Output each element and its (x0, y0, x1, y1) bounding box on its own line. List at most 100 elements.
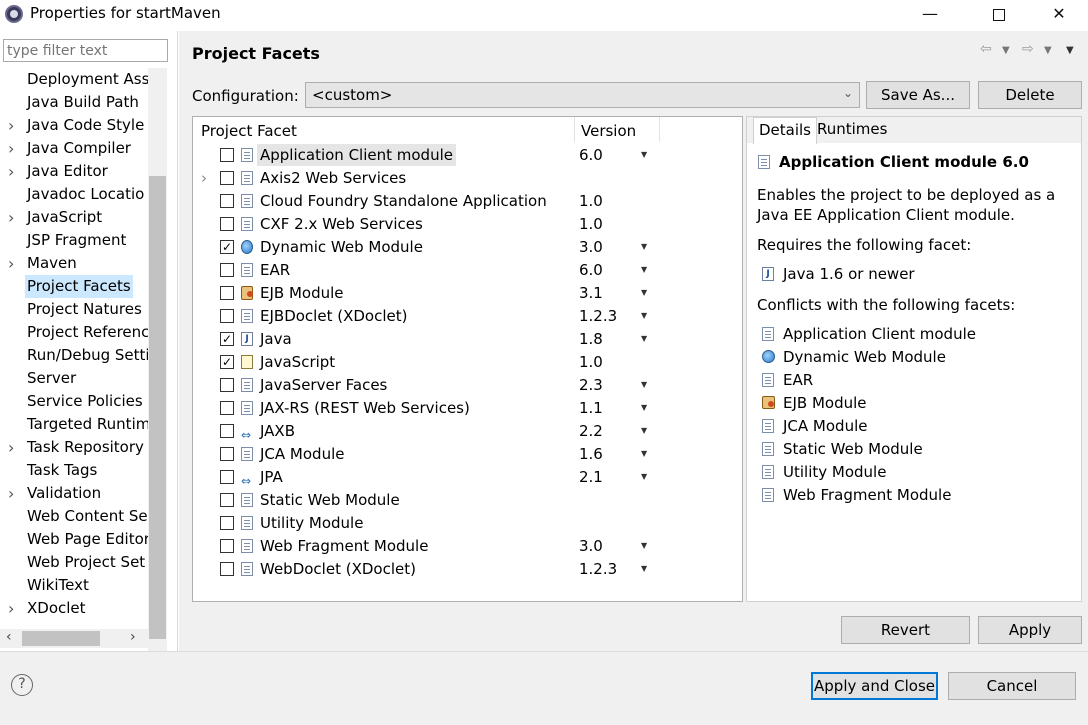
table-row[interactable]: ⇔ JAXB 2.2 ▼ (193, 420, 742, 443)
version-dropdown-icon[interactable]: ▼ (641, 236, 647, 258)
table-row[interactable]: JCA Module 1.6 ▼ (193, 443, 742, 466)
filter-input[interactable] (3, 39, 168, 62)
table-row[interactable]: JAX-RS (REST Web Services) 1.1 ▼ (193, 397, 742, 420)
sidebar-item[interactable]: Project Facets (0, 275, 148, 298)
configuration-select[interactable]: <custom> ⌄ (305, 82, 860, 108)
expand-arrow-icon[interactable]: › (8, 160, 14, 183)
facet-checkbox[interactable] (220, 516, 234, 530)
facet-checkbox[interactable] (220, 148, 234, 162)
version-dropdown-icon[interactable]: ▼ (641, 420, 647, 442)
facet-checkbox[interactable] (220, 378, 234, 392)
sidebar-item[interactable]: JSP Fragment (0, 229, 148, 252)
sidebar-item[interactable]: › Validation (0, 482, 148, 505)
facet-checkbox[interactable]: ✓ (220, 332, 234, 346)
expand-arrow-icon[interactable]: › (8, 597, 14, 620)
facet-checkbox[interactable] (220, 194, 234, 208)
sidebar-item[interactable]: Service Policies (0, 390, 148, 413)
facet-version[interactable]: 1.8 (579, 328, 603, 350)
sidebar-item[interactable]: › JavaScript (0, 206, 148, 229)
expand-arrow-icon[interactable]: › (8, 206, 14, 229)
sidebar-item[interactable]: Server (0, 367, 148, 390)
version-dropdown-icon[interactable]: ▼ (641, 558, 647, 580)
tab-details[interactable]: Details (753, 117, 818, 144)
sidebar-item[interactable]: Java Build Path (0, 91, 148, 114)
delete-button[interactable]: Delete (978, 81, 1082, 109)
table-row[interactable]: ⇔ JPA 2.1 ▼ (193, 466, 742, 489)
apply-button[interactable]: Apply (978, 616, 1082, 644)
facet-checkbox[interactable] (220, 309, 234, 323)
cancel-button[interactable]: Cancel (948, 672, 1076, 700)
column-header-facet[interactable]: Project Facet (201, 122, 297, 140)
table-row[interactable]: ✓ J Java 1.8 ▼ (193, 328, 742, 351)
expand-arrow-icon[interactable]: › (8, 436, 14, 459)
facet-version[interactable]: 1.0 (579, 190, 603, 212)
nav-horizontal-scrollbar[interactable]: ‹ › (0, 629, 148, 648)
back-menu-icon[interactable]: ▼ (1002, 45, 1010, 56)
version-dropdown-icon[interactable]: ▼ (641, 466, 647, 488)
version-dropdown-icon[interactable]: ▼ (641, 259, 647, 281)
sidebar-item[interactable]: › Java Code Style (0, 114, 148, 137)
table-row[interactable]: EAR 6.0 ▼ (193, 259, 742, 282)
expand-arrow-icon[interactable]: › (201, 167, 207, 189)
table-row[interactable]: WebDoclet (XDoclet) 1.2.3 ▼ (193, 558, 742, 581)
table-row[interactable]: EJB Module 3.1 ▼ (193, 282, 742, 305)
facet-checkbox[interactable] (220, 217, 234, 231)
version-dropdown-icon[interactable]: ▼ (641, 144, 647, 166)
table-row[interactable]: CXF 2.x Web Services 1.0 (193, 213, 742, 236)
nav-scroll-thumb[interactable] (149, 176, 166, 639)
sidebar-item[interactable]: Web Content Se (0, 505, 148, 528)
facet-checkbox[interactable] (220, 286, 234, 300)
close-button[interactable]: ✕ (1036, 0, 1082, 30)
facet-checkbox[interactable] (220, 424, 234, 438)
forward-menu-icon[interactable]: ▼ (1044, 45, 1052, 56)
sidebar-item[interactable]: Task Tags (0, 459, 148, 482)
sidebar-item[interactable]: Deployment Ass (0, 68, 148, 91)
table-row[interactable]: EJBDoclet (XDoclet) 1.2.3 ▼ (193, 305, 742, 328)
nav-hscroll-thumb[interactable] (22, 631, 100, 646)
facet-version[interactable]: 1.1 (579, 397, 603, 419)
sidebar-item[interactable]: › XDoclet (0, 597, 148, 620)
facet-version[interactable]: 3.0 (579, 236, 603, 258)
sidebar-item[interactable]: Web Project Set (0, 551, 148, 574)
version-dropdown-icon[interactable]: ▼ (641, 443, 647, 465)
expand-arrow-icon[interactable]: › (8, 137, 14, 160)
sidebar-item[interactable]: Run/Debug Setti (0, 344, 148, 367)
sidebar-item[interactable]: › Java Editor (0, 160, 148, 183)
table-row[interactable]: Cloud Foundry Standalone Application 1.0 (193, 190, 742, 213)
facet-version[interactable]: 3.0 (579, 535, 603, 557)
facet-version[interactable]: 1.0 (579, 351, 603, 373)
facet-version[interactable]: 1.2.3 (579, 558, 617, 580)
version-dropdown-icon[interactable]: ▼ (641, 374, 647, 396)
back-arrow-icon[interactable]: ⇦ (980, 41, 992, 57)
facet-version[interactable]: 2.1 (579, 466, 603, 488)
sidebar-item[interactable]: WikiText (0, 574, 148, 597)
facet-version[interactable]: 3.1 (579, 282, 603, 304)
version-dropdown-icon[interactable]: ▼ (641, 305, 647, 327)
facet-checkbox[interactable] (220, 539, 234, 553)
facet-checkbox[interactable] (220, 171, 234, 185)
nav-vertical-scrollbar[interactable]: ⌄ (148, 68, 167, 661)
scroll-right-icon[interactable]: › (130, 629, 136, 645)
version-dropdown-icon[interactable]: ▼ (641, 535, 647, 557)
facet-version[interactable]: 1.2.3 (579, 305, 617, 327)
facet-version[interactable]: 6.0 (579, 144, 603, 166)
sidebar-item[interactable]: Project Referenc (0, 321, 148, 344)
scroll-left-icon[interactable]: ‹ (6, 629, 12, 645)
view-menu-icon[interactable]: ▼ (1066, 45, 1074, 56)
table-row[interactable]: Static Web Module (193, 489, 742, 512)
tab-runtimes[interactable]: Runtimes (812, 117, 892, 144)
sidebar-item[interactable]: › Task Repository (0, 436, 148, 459)
version-dropdown-icon[interactable]: ▼ (641, 397, 647, 419)
sidebar-item[interactable]: Web Page Editor (0, 528, 148, 551)
expand-arrow-icon[interactable]: › (8, 482, 14, 505)
facet-checkbox[interactable] (220, 493, 234, 507)
table-row[interactable]: ✓ Dynamic Web Module 3.0 ▼ (193, 236, 742, 259)
table-row[interactable]: Web Fragment Module 3.0 ▼ (193, 535, 742, 558)
help-icon[interactable]: ? (11, 674, 33, 696)
expand-arrow-icon[interactable]: › (8, 252, 14, 275)
apply-and-close-button[interactable]: Apply and Close (811, 672, 938, 700)
facet-checkbox[interactable] (220, 401, 234, 415)
forward-arrow-icon[interactable]: ⇨ (1022, 41, 1034, 57)
version-dropdown-icon[interactable]: ▼ (641, 328, 647, 350)
facet-checkbox[interactable]: ✓ (220, 240, 234, 254)
